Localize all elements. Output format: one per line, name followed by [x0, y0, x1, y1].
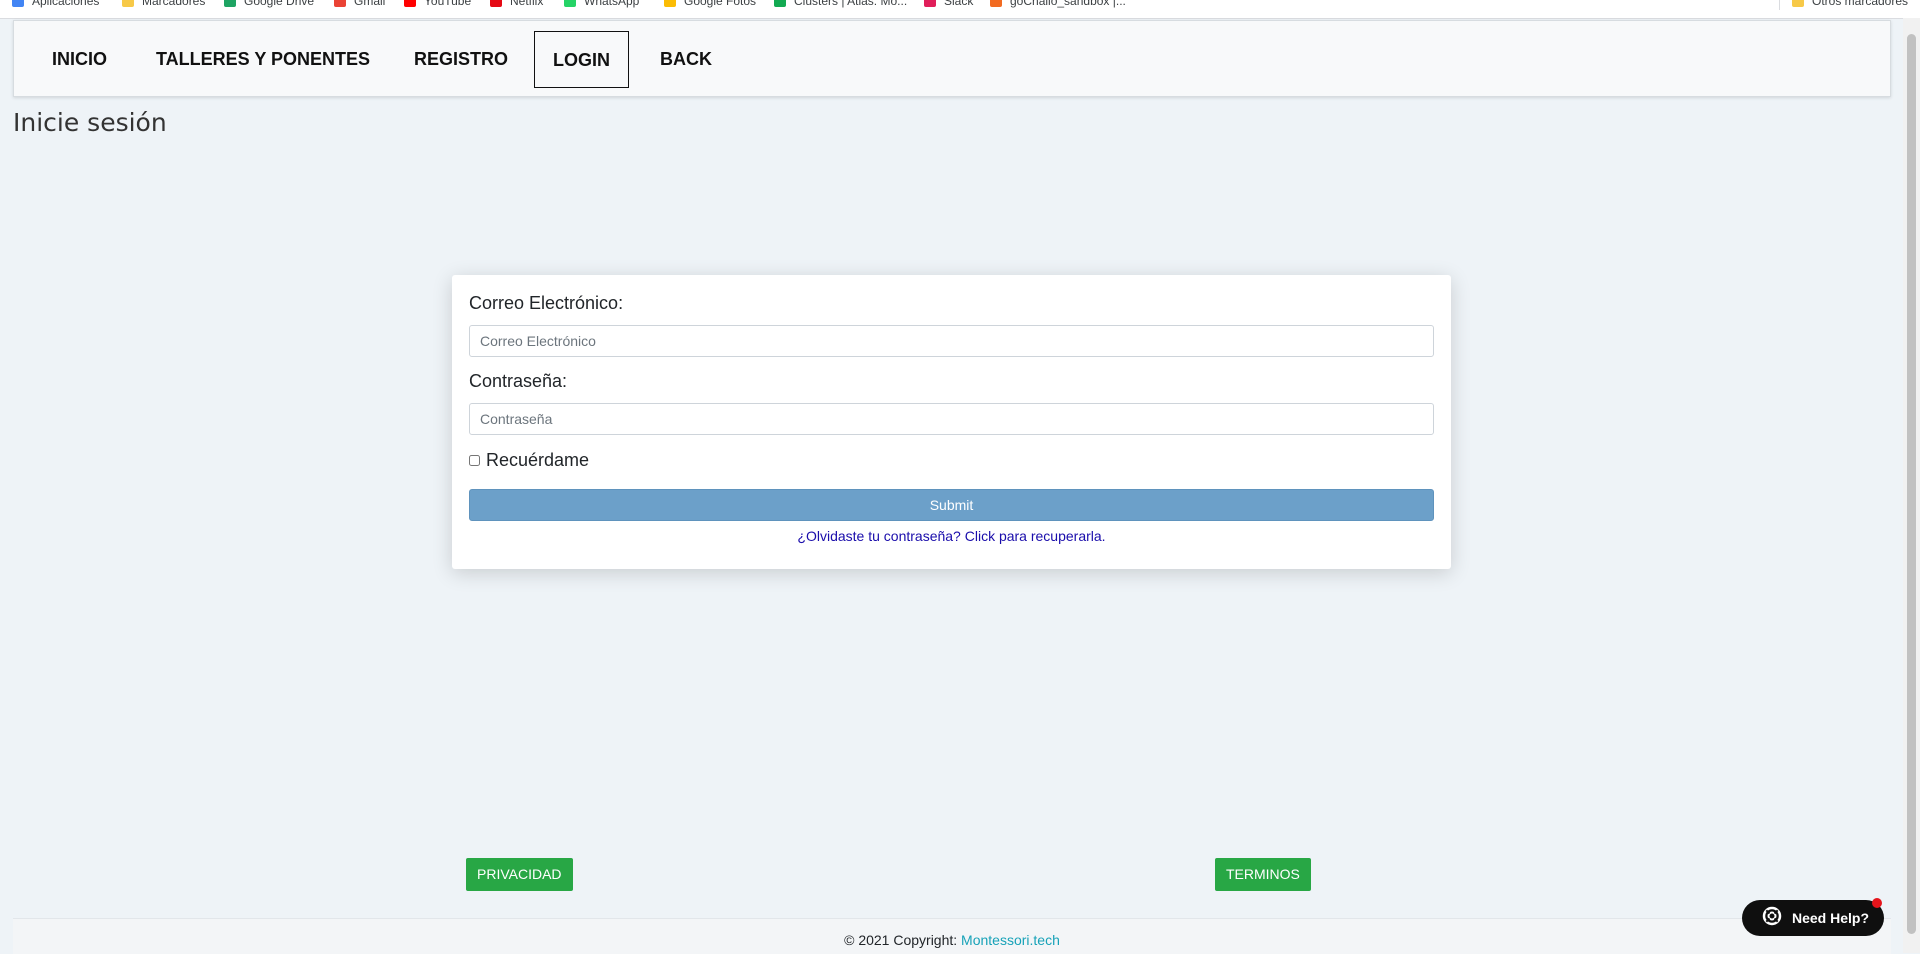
- bookmark-sandbox[interactable]: goChallo_sandbox |...: [990, 0, 1126, 10]
- bookmark-label: Aplicaciones: [32, 0, 100, 8]
- gmail-icon: [334, 0, 346, 7]
- bookmark-label: goChallo_sandbox |...: [1010, 0, 1126, 8]
- google-photos-icon: [664, 0, 676, 7]
- bookmark-label: Slack: [944, 0, 974, 8]
- bookmarks-bar: Aplicaciones Marcadores Google Drive Gma…: [0, 0, 1920, 19]
- need-help-label: Need Help?: [1792, 910, 1870, 926]
- folder-icon: [1792, 0, 1804, 7]
- apps-grid-icon: [12, 0, 24, 7]
- password-label: Contraseña:: [469, 371, 568, 391]
- slack-icon: [924, 0, 936, 7]
- login-form: Correo Electrónico: Contraseña: Recuérda…: [452, 275, 1451, 569]
- scrollbar-thumb[interactable]: [1907, 34, 1916, 934]
- nav-item-inicio[interactable]: INICIO: [34, 31, 125, 88]
- bookmark-label: Marcadores: [142, 0, 206, 8]
- forgot-password-link[interactable]: ¿Olvidaste tu contraseña? Click para rec…: [452, 528, 1451, 544]
- bookmark-label: Gmail: [354, 0, 386, 8]
- bookmark-label: Otros marcadores: [1812, 0, 1909, 8]
- privacy-button[interactable]: PRIVACIDAD: [466, 858, 573, 891]
- bookmark-apps[interactable]: Aplicaciones: [12, 0, 99, 10]
- submit-button[interactable]: Submit: [469, 489, 1434, 521]
- nav-item-login[interactable]: LOGIN: [534, 31, 629, 88]
- google-drive-icon: [224, 0, 236, 7]
- nav-item-back[interactable]: BACK: [642, 31, 730, 88]
- bookmark-otros[interactable]: Otros marcadores: [1792, 0, 1908, 10]
- navbar: INICIO TALLERES Y PONENTES REGISTRO LOGI…: [13, 20, 1891, 97]
- nav-item-talleres-y-ponentes[interactable]: TALLERES Y PONENTES: [138, 31, 388, 88]
- page-title: Inicie sesión: [13, 108, 167, 137]
- email-field[interactable]: [469, 325, 1434, 357]
- bookmark-atlas[interactable]: Clusters | Atlas: Mo...: [774, 0, 907, 10]
- bookmark-slack[interactable]: Slack: [924, 0, 973, 10]
- bookmark-label: WhatsApp: [584, 0, 640, 8]
- bookmark-label: Netflix: [510, 0, 544, 8]
- password-field[interactable]: [469, 403, 1434, 435]
- bookmark-label: YouTube: [424, 0, 472, 8]
- bookmark-gmail[interactable]: Gmail: [334, 0, 385, 10]
- site-icon: [990, 0, 1002, 7]
- whatsapp-icon: [564, 0, 576, 7]
- notification-dot: [1872, 898, 1882, 908]
- mongodb-icon: [774, 0, 786, 7]
- bookmarks-divider: [1779, 0, 1780, 10]
- bookmark-netflix[interactable]: Netflix: [490, 0, 543, 10]
- remember-me: Recuérdame: [469, 450, 589, 471]
- bookmark-label: Google Drive: [244, 0, 315, 8]
- bookmark-google-drive[interactable]: Google Drive: [224, 0, 314, 10]
- youtube-icon: [404, 0, 416, 7]
- folder-icon: [122, 0, 134, 7]
- copyright: © 2021 Copyright: Montessori.tech: [13, 932, 1891, 948]
- email-label: Correo Electrónico:: [469, 293, 624, 313]
- copyright-text: © 2021 Copyright:: [844, 932, 962, 948]
- bookmark-label: Google Fotos: [684, 0, 757, 8]
- footer: © 2021 Copyright: Montessori.tech: [13, 918, 1891, 954]
- terms-button[interactable]: TERMINOS: [1215, 858, 1311, 891]
- need-help-button[interactable]: Need Help?: [1742, 898, 1884, 936]
- bookmark-marcadores[interactable]: Marcadores: [122, 0, 205, 10]
- copyright-link[interactable]: Montessori.tech: [961, 932, 1060, 948]
- bookmark-label: Clusters | Atlas: Mo...: [794, 0, 908, 8]
- netflix-icon: [490, 0, 502, 7]
- remember-checkbox[interactable]: [469, 455, 480, 466]
- bookmark-whatsapp[interactable]: WhatsApp: [564, 0, 639, 10]
- lifebuoy-icon: [1762, 906, 1782, 931]
- nav-item-registro[interactable]: REGISTRO: [396, 31, 526, 88]
- page-scrollbar[interactable]: [1903, 18, 1920, 953]
- bookmark-google-fotos[interactable]: Google Fotos: [664, 0, 756, 10]
- bookmark-youtube[interactable]: YouTube: [404, 0, 471, 10]
- remember-label: Recuérdame: [486, 450, 590, 470]
